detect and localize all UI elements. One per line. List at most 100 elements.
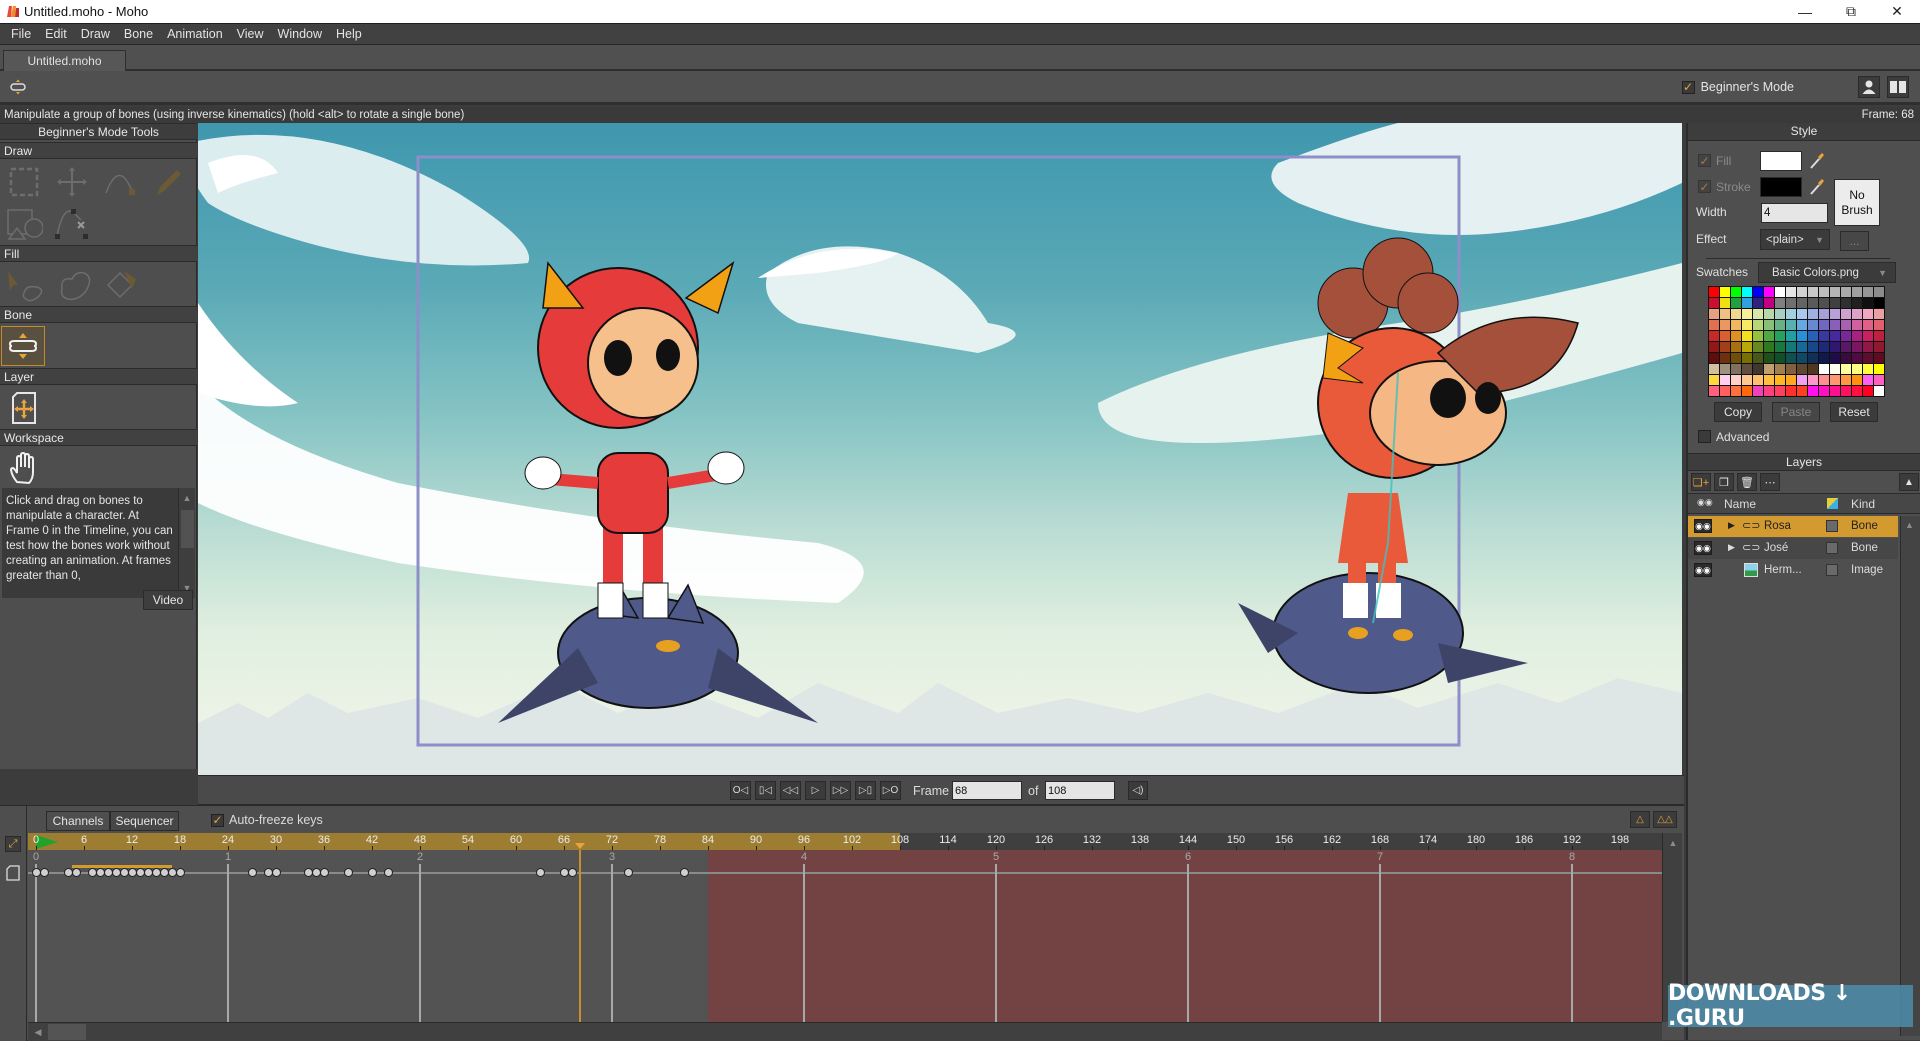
color-swatch[interactable]: [1731, 331, 1741, 341]
color-swatch[interactable]: [1841, 342, 1851, 352]
color-swatch[interactable]: [1819, 375, 1829, 385]
collapse-timeline-button[interactable]: △: [1630, 811, 1650, 828]
color-swatch[interactable]: [1764, 287, 1774, 297]
color-swatch[interactable]: [1720, 375, 1730, 385]
color-swatch[interactable]: [1819, 320, 1829, 330]
color-swatch[interactable]: [1797, 386, 1807, 396]
previous-keyframe-button[interactable]: ▯◁: [755, 781, 776, 800]
color-swatch[interactable]: [1852, 364, 1862, 374]
no-brush-button[interactable]: No Brush: [1834, 179, 1880, 226]
color-swatch[interactable]: [1731, 309, 1741, 319]
color-swatch[interactable]: [1808, 331, 1818, 341]
color-swatch[interactable]: [1874, 353, 1884, 363]
color-swatch[interactable]: [1731, 364, 1741, 374]
color-swatch[interactable]: [1775, 342, 1785, 352]
tab-sequencer[interactable]: Sequencer: [110, 811, 179, 831]
pan-tool[interactable]: [2, 449, 46, 489]
color-swatch[interactable]: [1852, 331, 1862, 341]
layer-row-image[interactable]: ◉◉ Herm... Image: [1688, 560, 1898, 581]
color-swatch[interactable]: [1852, 298, 1862, 308]
color-swatch[interactable]: [1863, 309, 1873, 319]
color-swatch[interactable]: [1852, 309, 1862, 319]
color-swatch[interactable]: [1775, 353, 1785, 363]
color-swatch[interactable]: [1819, 309, 1829, 319]
color-swatch[interactable]: [1830, 320, 1840, 330]
color-swatch[interactable]: [1742, 353, 1752, 363]
video-tutorial-button[interactable]: Video: [143, 590, 193, 610]
color-swatch[interactable]: [1753, 331, 1763, 341]
color-swatch[interactable]: [1841, 375, 1851, 385]
playhead-start-icon[interactable]: [36, 835, 66, 849]
color-swatch[interactable]: [1775, 331, 1785, 341]
keyframe-dot[interactable]: [40, 868, 49, 877]
color-swatch[interactable]: [1841, 386, 1851, 396]
color-swatch[interactable]: [1786, 364, 1796, 374]
auto-freeze-checkbox[interactable]: ✓: [211, 813, 224, 827]
color-swatch[interactable]: [1764, 320, 1774, 330]
color-swatch[interactable]: [1731, 375, 1741, 385]
menu-animation[interactable]: Animation: [160, 27, 230, 41]
color-swatch[interactable]: [1731, 353, 1741, 363]
color-swatch[interactable]: [1753, 353, 1763, 363]
color-swatch[interactable]: [1863, 342, 1873, 352]
stroke-checkbox[interactable]: ✓: [1698, 180, 1711, 193]
color-swatch[interactable]: [1786, 309, 1796, 319]
color-swatch[interactable]: [1731, 386, 1741, 396]
color-swatch[interactable]: [1841, 331, 1851, 341]
timeline-horizontal-scrollbar[interactable]: ◀: [28, 1022, 1662, 1041]
color-swatch[interactable]: [1863, 364, 1873, 374]
color-swatch[interactable]: [1830, 287, 1840, 297]
color-swatch[interactable]: [1863, 353, 1873, 363]
keyframe-dot[interactable]: [320, 868, 329, 877]
scroll-up-arrow-icon[interactable]: ▲: [1905, 520, 1914, 530]
document-tab[interactable]: Untitled.moho: [3, 50, 126, 71]
tab-channels[interactable]: Channels: [46, 811, 110, 831]
color-swatch[interactable]: [1874, 331, 1884, 341]
name-column-header[interactable]: Name: [1724, 497, 1756, 511]
color-swatch[interactable]: [1720, 298, 1730, 308]
color-swatch[interactable]: [1709, 287, 1719, 297]
color-swatch[interactable]: [1742, 320, 1752, 330]
swatches-dropdown[interactable]: Basic Colors.png ▼: [1758, 262, 1896, 283]
color-swatch[interactable]: [1841, 364, 1851, 374]
play-button[interactable]: ▷: [805, 781, 826, 800]
color-swatch[interactable]: [1731, 342, 1741, 352]
fill-eyedropper-icon[interactable]: [1809, 152, 1825, 170]
color-swatch[interactable]: [1742, 342, 1752, 352]
color-swatch[interactable]: [1753, 364, 1763, 374]
color-swatch[interactable]: [1797, 309, 1807, 319]
end-frame-input[interactable]: 108: [1045, 781, 1115, 800]
timeline-scroll-thumb[interactable]: [48, 1024, 86, 1040]
color-swatch[interactable]: [1797, 287, 1807, 297]
beginners-mode-checkbox[interactable]: ✓: [1681, 80, 1695, 94]
color-swatch[interactable]: [1808, 364, 1818, 374]
color-swatch[interactable]: [1742, 375, 1752, 385]
stroke-color-swatch[interactable]: [1760, 177, 1802, 197]
create-shape-tool[interactable]: [52, 265, 96, 305]
color-swatch[interactable]: [1720, 331, 1730, 341]
color-swatch[interactable]: [1797, 375, 1807, 385]
color-swatch[interactable]: [1819, 298, 1829, 308]
layer-row-jose[interactable]: ◉◉ ▶ ⊂⊃ José Bone: [1688, 538, 1898, 559]
scroll-up-arrow-icon[interactable]: ▲: [179, 490, 195, 506]
add-point-tool[interactable]: [98, 162, 142, 202]
visibility-eye-icon[interactable]: ◉◉: [1694, 541, 1712, 555]
color-swatch[interactable]: [1819, 331, 1829, 341]
transform-points-tool[interactable]: [50, 162, 94, 202]
draw-shape-tool[interactable]: [2, 204, 46, 244]
color-swatch[interactable]: [1764, 364, 1774, 374]
collapse-layers-button[interactable]: ▲: [1899, 473, 1919, 491]
color-swatch[interactable]: [1874, 375, 1884, 385]
freehand-tool[interactable]: [146, 162, 190, 202]
layers-scrollbar[interactable]: ▲: [1900, 516, 1920, 1036]
keyframe-dot[interactable]: [680, 868, 689, 877]
select-points-tool[interactable]: [2, 162, 46, 202]
color-swatch[interactable]: [1841, 353, 1851, 363]
color-swatch-grid[interactable]: [1708, 286, 1885, 397]
color-swatch[interactable]: [1764, 386, 1774, 396]
color-swatch[interactable]: [1830, 309, 1840, 319]
manipulate-bones-tool[interactable]: [1, 326, 45, 366]
help-book-button[interactable]: [1887, 76, 1909, 98]
color-swatch[interactable]: [1852, 386, 1862, 396]
color-swatch[interactable]: [1720, 342, 1730, 352]
